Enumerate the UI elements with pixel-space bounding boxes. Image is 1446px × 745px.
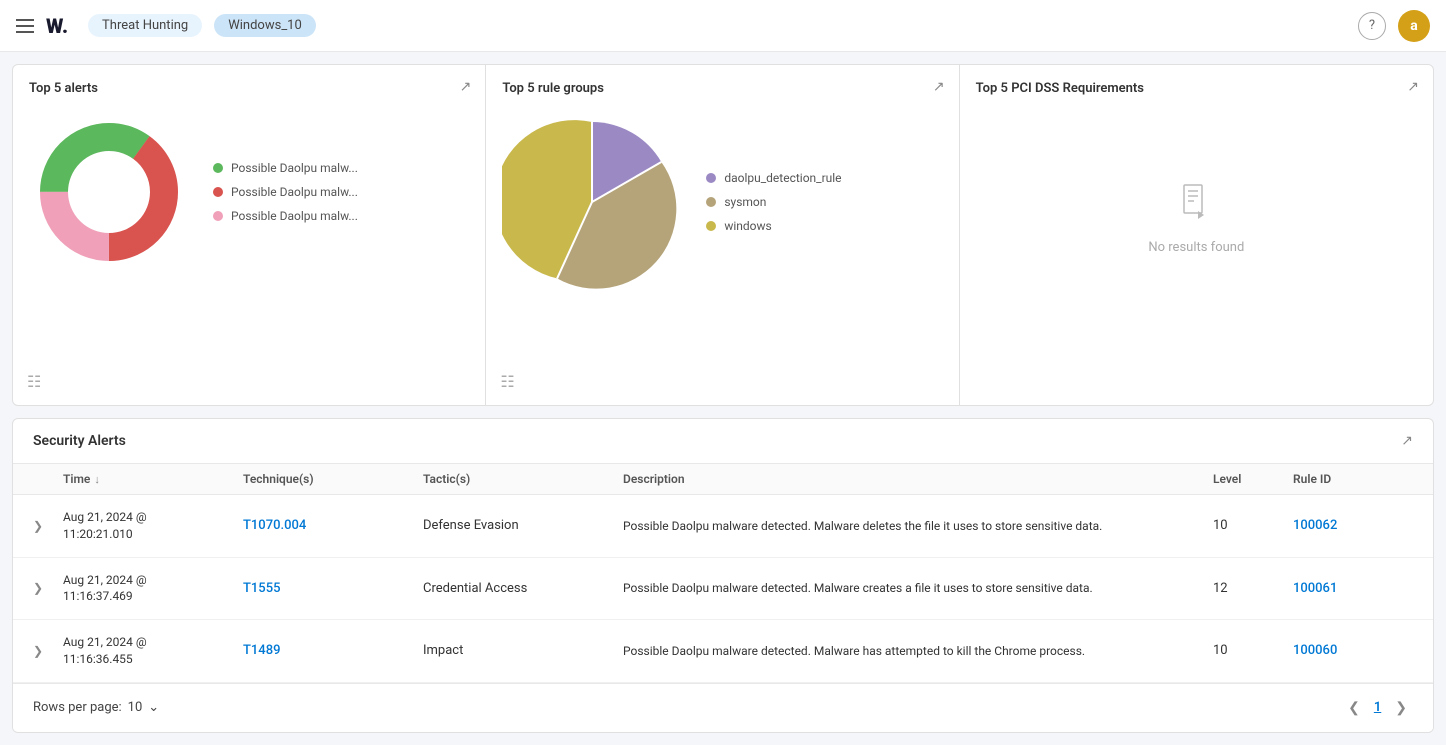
help-icon[interactable]: ? bbox=[1358, 12, 1386, 40]
th-level: Level bbox=[1213, 472, 1293, 486]
row-technique-1[interactable]: T1070.004 bbox=[243, 518, 423, 533]
legend-item-3: Possible Daolpu malw... bbox=[213, 209, 358, 223]
chart-footer-rule-groups[interactable]: ☷ bbox=[500, 372, 514, 391]
alerts-table: Time ↓ Technique(s) Tactic(s) Descriptio… bbox=[13, 464, 1433, 683]
row-tactic-2: Credential Access bbox=[423, 581, 623, 596]
row-technique-2[interactable]: T1555 bbox=[243, 581, 423, 596]
no-results-text: No results found bbox=[1148, 240, 1244, 255]
row-expand-3[interactable]: ❯ bbox=[33, 644, 63, 658]
row-level-2: 12 bbox=[1213, 581, 1293, 596]
table-row-container-1: ❯ Aug 21, 2024 @11:20:21.010 T1070.004 D… bbox=[13, 495, 1433, 558]
top5-alerts-panel: Top 5 alerts ↗ Possible Daolpu malw... bbox=[13, 65, 486, 405]
row-ruleid-3[interactable]: 100060 bbox=[1293, 643, 1413, 658]
top5-rule-groups-panel: Top 5 rule groups ↗ daolpu_detec bbox=[486, 65, 959, 405]
pie-chart bbox=[502, 112, 682, 292]
table-row[interactable]: ❯ Aug 21, 2024 @11:16:37.469 T1555 Crede… bbox=[13, 558, 1433, 620]
expand-rule-groups-icon[interactable]: ↗ bbox=[933, 79, 945, 95]
donut-container: Possible Daolpu malw... Possible Daolpu … bbox=[29, 112, 469, 272]
breadcrumb-windows10[interactable]: Windows_10 bbox=[214, 14, 316, 37]
row-time-3: Aug 21, 2024 @11:16:36.455 bbox=[63, 634, 243, 668]
row-level-3: 10 bbox=[1213, 643, 1293, 658]
donut-chart bbox=[29, 112, 189, 272]
legend-label-2: Possible Daolpu malw... bbox=[231, 185, 358, 199]
alerts-header: Security Alerts ↗ bbox=[13, 419, 1433, 464]
table-row-container-3: ❯ Aug 21, 2024 @11:16:36.455 T1489 Impac… bbox=[13, 620, 1433, 683]
row-description-3: Possible Daolpu malware detected. Malwar… bbox=[623, 642, 1213, 660]
alerts-section-title: Security Alerts bbox=[33, 433, 126, 449]
legend-dot-2 bbox=[213, 187, 223, 197]
rg-legend-label-2: sysmon bbox=[724, 195, 766, 209]
row-technique-3[interactable]: T1489 bbox=[243, 643, 423, 658]
legend-item-2: Possible Daolpu malw... bbox=[213, 185, 358, 199]
rows-per-page-label: Rows per page: bbox=[33, 700, 122, 715]
table-header: Time ↓ Technique(s) Tactic(s) Descriptio… bbox=[13, 464, 1433, 495]
row-expand-1[interactable]: ❯ bbox=[33, 519, 63, 533]
chart-footer-alerts[interactable]: ☷ bbox=[27, 372, 41, 391]
rg-legend-label-1: daolpu_detection_rule bbox=[724, 171, 841, 185]
rg-legend-dot-2 bbox=[706, 197, 716, 207]
no-results: No results found bbox=[976, 108, 1417, 328]
row-ruleid-2[interactable]: 100061 bbox=[1293, 581, 1413, 596]
avatar[interactable]: a bbox=[1398, 10, 1430, 42]
th-rule-id: Rule ID bbox=[1293, 472, 1413, 486]
row-description-2: Possible Daolpu malware detected. Malwar… bbox=[623, 579, 1213, 597]
expand-pci-icon[interactable]: ↗ bbox=[1407, 79, 1419, 95]
legend-dot-1 bbox=[213, 163, 223, 173]
breadcrumb-threat-hunting[interactable]: Threat Hunting bbox=[88, 14, 202, 37]
top5-pci-panel: Top 5 PCI DSS Requirements ↗ No results … bbox=[960, 65, 1433, 405]
rows-per-page[interactable]: Rows per page: 10 ⌄ bbox=[33, 700, 159, 715]
row-ruleid-1[interactable]: 100062 bbox=[1293, 518, 1413, 533]
rg-legend-item-2: sysmon bbox=[706, 195, 841, 209]
top5-alerts-title: Top 5 alerts bbox=[29, 81, 469, 96]
expand-alerts-icon[interactable]: ↗ bbox=[460, 79, 472, 95]
table-row-container-2: ❯ Aug 21, 2024 @11:16:37.469 T1555 Crede… bbox=[13, 558, 1433, 621]
table-row[interactable]: ❯ Aug 21, 2024 @11:16:36.455 T1489 Impac… bbox=[13, 620, 1433, 682]
th-description: Description bbox=[623, 472, 1213, 486]
rg-legend-dot-1 bbox=[706, 173, 716, 183]
rg-legend-dot-3 bbox=[706, 221, 716, 231]
top5-pci-title: Top 5 PCI DSS Requirements bbox=[976, 81, 1417, 96]
rg-legend-label-3: windows bbox=[724, 219, 771, 233]
table-row[interactable]: ❯ Aug 21, 2024 @11:20:21.010 T1070.004 D… bbox=[13, 495, 1433, 557]
no-results-icon bbox=[1176, 181, 1216, 230]
header: W. Threat Hunting Windows_10 ? a bbox=[0, 0, 1446, 52]
row-level-1: 10 bbox=[1213, 518, 1293, 533]
th-techniques: Technique(s) bbox=[243, 472, 423, 486]
rg-legend-item-3: windows bbox=[706, 219, 841, 233]
charts-row: Top 5 alerts ↗ Possible Daolpu malw... bbox=[12, 64, 1434, 406]
th-time[interactable]: Time ↓ bbox=[63, 472, 243, 486]
next-page-button[interactable]: ❯ bbox=[1389, 696, 1413, 720]
current-page[interactable]: 1 bbox=[1374, 700, 1381, 715]
pie-container: daolpu_detection_rule sysmon windows bbox=[502, 112, 942, 292]
th-expand bbox=[33, 472, 63, 486]
pagination: Rows per page: 10 ⌄ ❮ 1 ❯ bbox=[13, 683, 1433, 732]
row-expand-2[interactable]: ❯ bbox=[33, 581, 63, 595]
app-logo: W. bbox=[46, 14, 68, 38]
row-time-1: Aug 21, 2024 @11:20:21.010 bbox=[63, 509, 243, 543]
alerts-expand-icon[interactable]: ↗ bbox=[1401, 433, 1413, 449]
alerts-legend: Possible Daolpu malw... Possible Daolpu … bbox=[213, 161, 358, 223]
legend-dot-3 bbox=[213, 211, 223, 221]
rg-legend-item-1: daolpu_detection_rule bbox=[706, 171, 841, 185]
top5-rule-groups-title: Top 5 rule groups bbox=[502, 81, 942, 96]
rows-per-page-chevron: ⌄ bbox=[148, 700, 159, 715]
row-description-1: Possible Daolpu malware detected. Malwar… bbox=[623, 517, 1213, 535]
th-tactics: Tactic(s) bbox=[423, 472, 623, 486]
row-tactic-1: Defense Evasion bbox=[423, 518, 623, 533]
pagination-nav: ❮ 1 ❯ bbox=[1342, 696, 1413, 720]
menu-icon[interactable] bbox=[16, 19, 34, 33]
sort-time-icon: ↓ bbox=[94, 473, 100, 486]
prev-page-button[interactable]: ❮ bbox=[1342, 696, 1366, 720]
rule-groups-legend: daolpu_detection_rule sysmon windows bbox=[706, 171, 841, 233]
rows-per-page-value: 10 bbox=[128, 700, 143, 715]
legend-label-1: Possible Daolpu malw... bbox=[231, 161, 358, 175]
legend-item-1: Possible Daolpu malw... bbox=[213, 161, 358, 175]
row-tactic-3: Impact bbox=[423, 643, 623, 658]
security-alerts-section: Security Alerts ↗ Time ↓ Technique(s) Ta… bbox=[12, 418, 1434, 733]
legend-label-3: Possible Daolpu malw... bbox=[231, 209, 358, 223]
row-time-2: Aug 21, 2024 @11:16:37.469 bbox=[63, 572, 243, 606]
